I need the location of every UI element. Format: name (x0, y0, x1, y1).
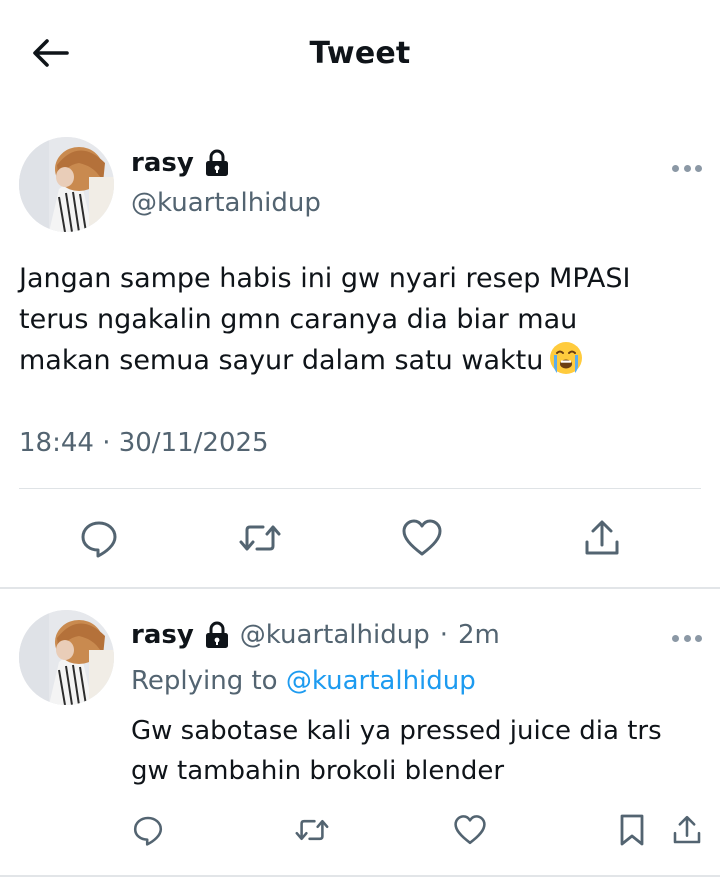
like-button[interactable] (400, 516, 444, 560)
share-button[interactable] (580, 516, 624, 560)
lock-icon (204, 149, 230, 177)
like-icon (402, 519, 442, 556)
reply-text: Gw sabotase kali ya pressed juice dia tr… (131, 716, 662, 786)
author-row: rasy (131, 148, 230, 178)
retweet-icon (239, 525, 281, 551)
retweet-button[interactable] (290, 808, 334, 852)
reply-icon (81, 521, 117, 558)
share-icon (585, 520, 619, 555)
retweet-icon (295, 819, 329, 841)
divider (19, 488, 701, 489)
page-title: Tweet (309, 36, 411, 71)
tweet-text: Jangan sampe habis ini gw nyari resep MP… (19, 258, 699, 381)
author-handle[interactable]: @kuartalhidup (131, 188, 321, 218)
section-divider (0, 587, 720, 589)
loudly-crying-face-icon (549, 341, 583, 375)
share-button[interactable] (665, 808, 709, 852)
bookmark-button[interactable] (610, 808, 654, 852)
reply-tweet[interactable]: rasy @kuartalhidup · 2m Replying to @kua… (0, 590, 720, 877)
display-name[interactable]: rasy (131, 620, 194, 650)
reply-actions (0, 808, 720, 852)
separator-dot: · (439, 620, 448, 650)
author-handle[interactable]: @kuartalhidup (240, 620, 430, 650)
more-options-icon[interactable] (672, 630, 702, 646)
tweet-timestamp[interactable]: 18:44 · 30/11/2025 (19, 428, 269, 458)
header: Tweet (0, 0, 720, 110)
reply-button[interactable] (77, 516, 121, 560)
like-icon (454, 815, 486, 845)
reply-timestamp[interactable]: 2m (458, 620, 500, 650)
reply-button[interactable] (126, 808, 170, 852)
replying-to-label: Replying to (131, 666, 278, 696)
retweet-button[interactable] (238, 516, 282, 560)
avatar[interactable] (19, 137, 114, 232)
more-options-icon[interactable] (672, 160, 702, 176)
bookmark-icon (620, 814, 644, 846)
display-name[interactable]: rasy (131, 148, 194, 178)
lock-icon (204, 621, 230, 649)
tweet-actions (0, 510, 720, 570)
avatar[interactable] (19, 610, 114, 705)
tweet-text-body: Jangan sampe habis ini gw nyari resep MP… (19, 263, 631, 376)
replying-to: Replying to @kuartalhidup (131, 666, 476, 696)
reply-author-row: rasy @kuartalhidup · 2m (131, 620, 500, 650)
reply-icon (133, 816, 163, 846)
mention-link[interactable]: @kuartalhidup (286, 666, 476, 696)
share-icon (673, 815, 701, 844)
like-button[interactable] (448, 808, 492, 852)
main-tweet: rasy @kuartalhidup Jangan sampe habis in… (0, 110, 720, 588)
